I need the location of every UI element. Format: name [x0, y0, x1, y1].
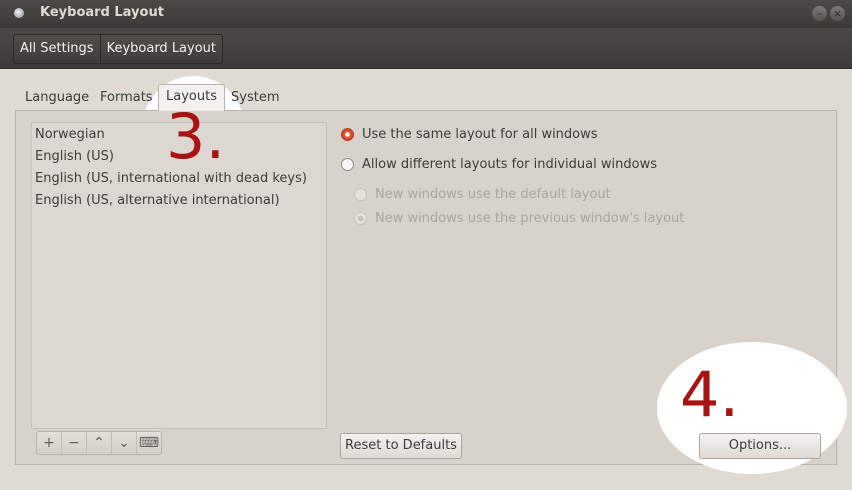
tab-language[interactable]: Language [18, 86, 96, 110]
breadcrumb: All Settings Keyboard Layout [13, 34, 224, 64]
reset-to-defaults-button[interactable]: Reset to Defaults [340, 433, 462, 459]
move-up-button[interactable]: ⌃ [86, 432, 111, 454]
different-layouts-option[interactable]: Allow different layouts for individual w… [341, 157, 657, 172]
list-item[interactable]: English (US, alternative international) [35, 190, 280, 212]
options-button[interactable]: Options... [699, 433, 821, 459]
breadcrumb-all-settings[interactable]: All Settings [14, 35, 100, 63]
previous-layout-radio [354, 212, 367, 225]
default-layout-radio [354, 188, 367, 201]
tab-formats[interactable]: Formats [93, 86, 160, 110]
minimize-icon[interactable]: – [812, 6, 827, 21]
different-layouts-radio[interactable] [341, 158, 354, 171]
default-layout-label: New windows use the default layout [375, 187, 611, 202]
annotation-step-3: 3. [166, 100, 226, 173]
default-layout-option: New windows use the default layout [354, 187, 611, 202]
list-item[interactable]: Norwegian [35, 124, 105, 146]
title-bar: Keyboard Layout – × [0, 0, 852, 28]
annotation-step-4: 4. [680, 358, 740, 431]
window-title: Keyboard Layout [40, 5, 164, 20]
add-layout-button[interactable]: + [37, 432, 61, 454]
breadcrumb-keyboard-layout[interactable]: Keyboard Layout [99, 35, 222, 63]
move-down-button[interactable]: ⌄ [111, 432, 136, 454]
close-icon[interactable]: × [830, 6, 845, 21]
same-layout-option[interactable]: Use the same layout for all windows [341, 127, 598, 142]
previous-layout-option: New windows use the previous window's la… [354, 211, 684, 226]
same-layout-radio[interactable] [341, 128, 354, 141]
different-layouts-label: Allow different layouts for individual w… [362, 157, 657, 172]
previous-layout-label: New windows use the previous window's la… [375, 211, 685, 226]
keyboard-preview-button[interactable]: ⌨ [136, 432, 161, 454]
same-layout-label: Use the same layout for all windows [362, 127, 598, 142]
list-item[interactable]: English (US) [35, 146, 114, 168]
remove-layout-button[interactable]: − [61, 432, 86, 454]
tab-system[interactable]: System [224, 86, 286, 110]
list-toolbar: + − ⌃ ⌄ ⌨ [36, 431, 162, 455]
window-menu-icon[interactable] [14, 8, 24, 18]
